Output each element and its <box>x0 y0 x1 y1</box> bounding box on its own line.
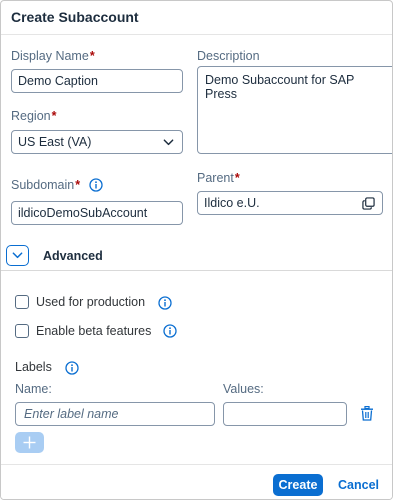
subdomain-input[interactable]: ildicoDemoSubAccount <box>11 201 183 225</box>
cancel-button[interactable]: Cancel <box>338 474 379 496</box>
dialog-title: Create Subaccount <box>11 9 139 25</box>
description-label: Description <box>197 49 260 63</box>
advanced-label[interactable]: Advanced <box>43 249 103 263</box>
parent-label: Parent* <box>197 171 240 185</box>
label-values-input[interactable] <box>223 402 347 426</box>
parent-label-text: Parent <box>197 171 234 185</box>
add-label-button[interactable] <box>15 432 44 453</box>
used-for-production-label[interactable]: Used for production <box>36 295 145 309</box>
description-textarea[interactable]: Demo Subaccount for SAP Press <box>197 66 392 154</box>
info-icon[interactable] <box>163 324 177 338</box>
required-mark: * <box>75 178 81 192</box>
parent-input[interactable]: Ildico e.U. <box>197 191 383 215</box>
create-subaccount-dialog: Create Subaccount Display Name* Demo Cap… <box>0 0 393 500</box>
dialog-footer: Create Cancel <box>1 464 392 499</box>
display-name-label-text: Display Name <box>11 49 89 63</box>
used-for-production-checkbox[interactable] <box>15 295 29 309</box>
region-label-text: Region <box>11 109 51 123</box>
info-icon[interactable] <box>65 361 79 375</box>
required-mark: * <box>51 109 57 123</box>
label-name-header: Name: <box>15 382 52 396</box>
enable-beta-features-label[interactable]: Enable beta features <box>36 324 151 338</box>
enable-beta-features-checkbox[interactable] <box>15 324 29 338</box>
subdomain-label-text: Subdomain <box>11 178 75 192</box>
region-value: US East (VA) <box>18 135 92 149</box>
trash-icon[interactable] <box>360 406 374 421</box>
add-icon <box>23 436 36 449</box>
chevron-down-icon <box>163 139 174 146</box>
required-mark: * <box>234 171 240 185</box>
parent-value: Ildico e.U. <box>204 196 260 210</box>
labels-title: Labels <box>15 360 52 374</box>
display-name-label: Display Name* <box>11 49 95 63</box>
info-icon[interactable] <box>89 178 103 192</box>
label-values-header: Values: <box>223 382 264 396</box>
region-select[interactable]: US East (VA) <box>11 130 183 154</box>
required-mark: * <box>89 49 95 63</box>
display-name-value: Demo Caption <box>18 74 98 88</box>
subdomain-label: Subdomain* <box>11 178 80 192</box>
info-icon[interactable] <box>158 296 172 310</box>
advanced-toggle-button[interactable] <box>6 245 29 266</box>
label-name-placeholder: Enter label name <box>24 407 119 421</box>
chevron-down-icon <box>12 252 23 259</box>
region-label: Region* <box>11 109 57 123</box>
section-divider <box>1 270 392 271</box>
display-name-input[interactable]: Demo Caption <box>11 69 183 93</box>
label-name-input[interactable]: Enter label name <box>15 402 215 426</box>
subdomain-value: ildicoDemoSubAccount <box>18 206 148 220</box>
dialog-header: Create Subaccount <box>1 1 392 35</box>
create-button[interactable]: Create <box>273 474 323 496</box>
description-value: Demo Subaccount for SAP Press <box>205 73 355 101</box>
copy-icon[interactable] <box>362 197 375 210</box>
